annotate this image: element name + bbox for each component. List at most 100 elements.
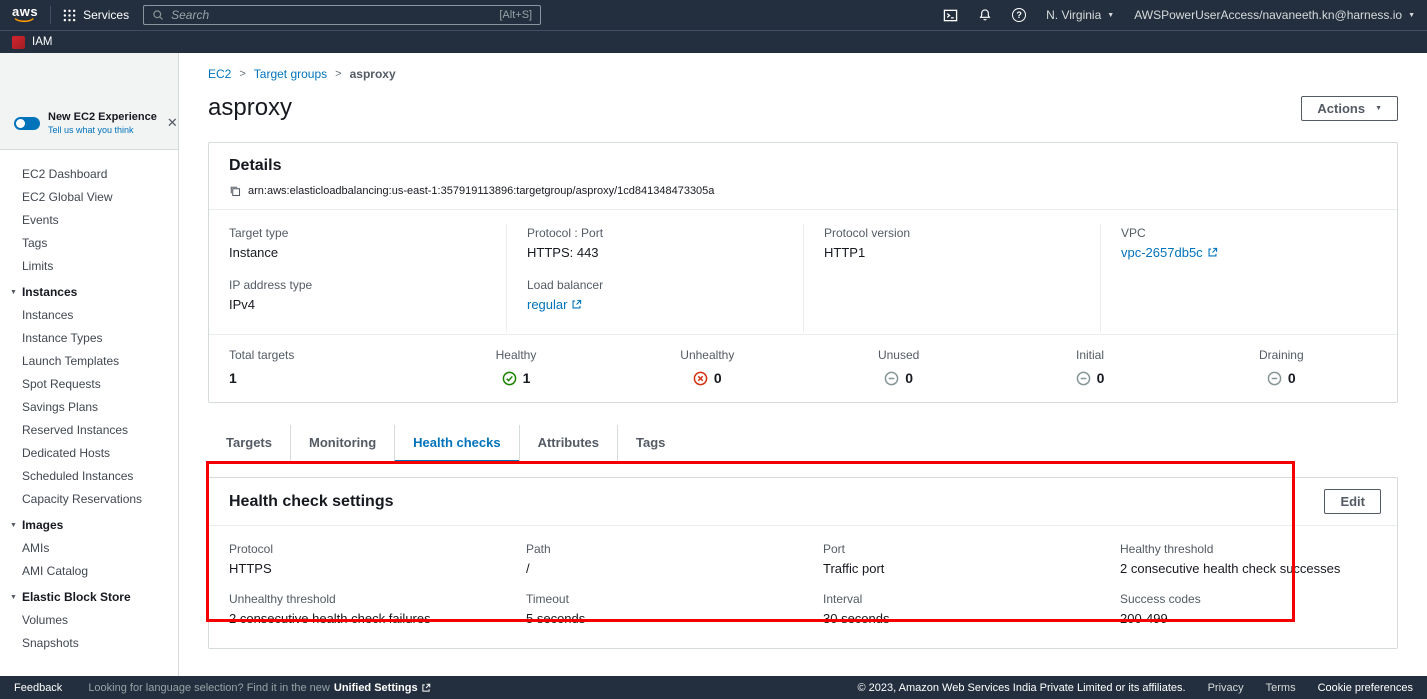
sidebar-item-amis[interactable]: AMIs bbox=[0, 536, 178, 559]
services-menu-button[interactable]: Services bbox=[63, 8, 129, 22]
sidebar-item-spot-requests[interactable]: Spot Requests bbox=[0, 372, 178, 395]
hc-success-codes-value: 200-499 bbox=[1120, 611, 1377, 626]
sidebar-item-dedicated-hosts[interactable]: Dedicated Hosts bbox=[0, 441, 178, 464]
hc-port-value: Traffic port bbox=[823, 561, 1080, 576]
favorites-bar: IAM bbox=[0, 30, 1427, 53]
breadcrumb-ec2-link[interactable]: EC2 bbox=[208, 67, 231, 81]
target-type-value: Instance bbox=[229, 245, 486, 260]
unused-value: 0 bbox=[905, 370, 913, 386]
feedback-link[interactable]: Feedback bbox=[14, 682, 62, 694]
external-link-icon bbox=[1207, 247, 1218, 258]
page-title: asproxy bbox=[208, 94, 292, 122]
load-balancer-link[interactable]: regular bbox=[527, 297, 582, 312]
edit-button[interactable]: Edit bbox=[1324, 489, 1381, 514]
caret-down-icon: ▼ bbox=[1107, 12, 1114, 19]
sidebar-item-ec2-global-view[interactable]: EC2 Global View bbox=[0, 185, 178, 208]
privacy-link[interactable]: Privacy bbox=[1208, 682, 1244, 694]
toggle-knob-icon bbox=[16, 119, 25, 128]
help-button[interactable]: ? bbox=[1012, 8, 1026, 22]
cookie-preferences-link[interactable]: Cookie preferences bbox=[1318, 682, 1413, 694]
bell-icon bbox=[978, 8, 992, 22]
initial-value: 0 bbox=[1097, 370, 1105, 386]
aws-logo[interactable]: aws bbox=[12, 7, 38, 24]
copyright-text: © 2023, Amazon Web Services India Privat… bbox=[858, 682, 1186, 694]
protocol-port-label: Protocol : Port bbox=[527, 226, 783, 240]
caret-down-icon: ▼ bbox=[10, 522, 17, 529]
sidebar-nav: EC2 Dashboard EC2 Global View Events Tag… bbox=[0, 150, 178, 654]
external-link-icon bbox=[571, 299, 582, 310]
breadcrumb-target-groups-link[interactable]: Target groups bbox=[254, 67, 327, 81]
sidebar-item-ami-catalog[interactable]: AMI Catalog bbox=[0, 559, 178, 582]
tab-targets[interactable]: Targets bbox=[208, 425, 290, 463]
tab-attributes[interactable]: Attributes bbox=[519, 425, 617, 463]
unhealthy-value: 0 bbox=[714, 370, 722, 386]
unused-status-icon bbox=[884, 371, 899, 386]
caret-down-icon: ▼ bbox=[10, 594, 17, 601]
sidebar-item-savings-plans[interactable]: Savings Plans bbox=[0, 395, 178, 418]
hc-timeout-label: Timeout bbox=[526, 592, 783, 606]
target-health-summary: Total targets 1 Healthy 1 Unhealthy bbox=[209, 334, 1397, 402]
sidebar-item-launch-templates[interactable]: Launch Templates bbox=[0, 349, 178, 372]
nav-divider bbox=[50, 6, 51, 24]
healthy-value: 1 bbox=[523, 370, 531, 386]
vpc-link[interactable]: vpc-2657db5c bbox=[1121, 245, 1218, 260]
sidebar-item-events[interactable]: Events bbox=[0, 208, 178, 231]
hc-timeout-value: 5 seconds bbox=[526, 611, 783, 626]
health-check-settings-title: Health check settings bbox=[229, 493, 394, 511]
tab-monitoring[interactable]: Monitoring bbox=[290, 425, 394, 463]
draining-value: 0 bbox=[1288, 370, 1296, 386]
unified-settings-label: Unified Settings bbox=[334, 682, 418, 694]
sidebar-item-capacity-reservations[interactable]: Capacity Reservations bbox=[0, 487, 178, 510]
global-search[interactable]: [Alt+S] bbox=[143, 5, 541, 25]
sidebar-item-limits[interactable]: Limits bbox=[0, 254, 178, 277]
sidebar-item-instance-types[interactable]: Instance Types bbox=[0, 326, 178, 349]
target-type-label: Target type bbox=[229, 226, 486, 240]
initial-label: Initial bbox=[1076, 348, 1104, 362]
region-label: N. Virginia bbox=[1046, 8, 1101, 22]
sidebar-item-ec2-dashboard[interactable]: EC2 Dashboard bbox=[0, 162, 178, 185]
tab-tags[interactable]: Tags bbox=[617, 425, 683, 463]
sidebar-section-elastic-block-store[interactable]: ▼ Elastic Block Store bbox=[0, 582, 178, 608]
caret-down-icon: ▼ bbox=[1408, 12, 1415, 19]
draining-status-icon bbox=[1267, 371, 1282, 386]
details-title: Details bbox=[229, 157, 1377, 175]
sidebar-section-instances[interactable]: ▼ Instances bbox=[0, 277, 178, 303]
external-link-icon bbox=[421, 683, 431, 693]
vpc-label: VPC bbox=[1121, 226, 1377, 240]
sidebar-item-reserved-instances[interactable]: Reserved Instances bbox=[0, 418, 178, 441]
account-menu[interactable]: AWSPowerUserAccess/navaneeth.kn@harness.… bbox=[1134, 8, 1415, 22]
unified-settings-link[interactable]: Unified Settings bbox=[334, 682, 431, 694]
health-check-fields: Protocol HTTPS Path / Port Traffic port … bbox=[209, 526, 1397, 648]
new-experience-subtitle[interactable]: Tell us what you think bbox=[48, 125, 157, 135]
hc-healthy-threshold-label: Healthy threshold bbox=[1120, 542, 1377, 556]
unused-label: Unused bbox=[878, 348, 919, 362]
actions-button[interactable]: Actions ▼ bbox=[1301, 96, 1398, 121]
close-icon[interactable]: ✕ bbox=[165, 115, 179, 131]
cloudshell-button[interactable] bbox=[943, 8, 958, 23]
sidebar-item-instances[interactable]: Instances bbox=[0, 303, 178, 326]
sidebar-item-snapshots[interactable]: Snapshots bbox=[0, 631, 178, 654]
tab-health-checks[interactable]: Health checks bbox=[394, 425, 518, 463]
main-content: EC2 > Target groups > asproxy asproxy Ac… bbox=[179, 53, 1427, 676]
hc-unhealthy-threshold-label: Unhealthy threshold bbox=[229, 592, 486, 606]
details-card: Details arn:aws:elasticloadbalancing:us-… bbox=[208, 142, 1398, 403]
copy-arn-button[interactable] bbox=[229, 185, 241, 197]
hc-path-value: / bbox=[526, 561, 783, 576]
sidebar-item-scheduled-instances[interactable]: Scheduled Instances bbox=[0, 464, 178, 487]
draining-label: Draining bbox=[1259, 348, 1304, 362]
new-experience-toggle[interactable] bbox=[14, 117, 40, 130]
notifications-button[interactable] bbox=[978, 8, 992, 22]
initial-status-icon bbox=[1076, 371, 1091, 386]
iam-shortcut[interactable]: IAM bbox=[32, 36, 52, 48]
ip-address-type-value: IPv4 bbox=[229, 297, 486, 312]
terms-link[interactable]: Terms bbox=[1266, 682, 1296, 694]
sidebar-item-volumes[interactable]: Volumes bbox=[0, 608, 178, 631]
sidebar-section-images[interactable]: ▼ Images bbox=[0, 510, 178, 536]
search-input[interactable] bbox=[171, 8, 492, 22]
sidebar-item-tags[interactable]: Tags bbox=[0, 231, 178, 254]
region-selector[interactable]: N. Virginia ▼ bbox=[1046, 8, 1114, 22]
iam-service-icon bbox=[12, 36, 25, 49]
ip-address-type-label: IP address type bbox=[229, 278, 486, 292]
hc-success-codes-label: Success codes bbox=[1120, 592, 1377, 606]
tab-bar: Targets Monitoring Health checks Attribu… bbox=[208, 425, 1398, 463]
